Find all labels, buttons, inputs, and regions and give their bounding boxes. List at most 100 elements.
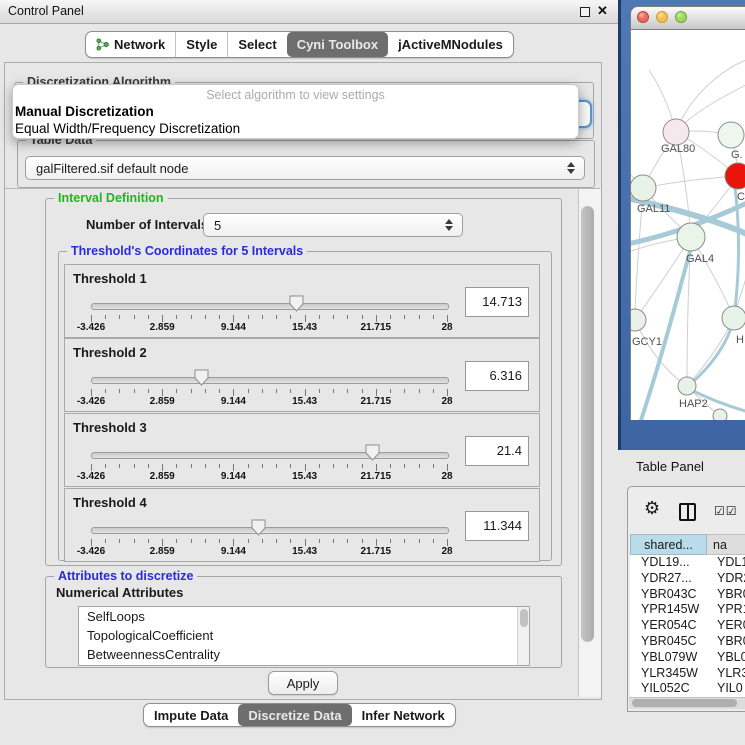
slider-thumb[interactable] (365, 444, 380, 461)
column-header-shared-[interactable]: shared... (630, 534, 707, 555)
checkbox-icons[interactable]: ☑☑ (714, 504, 738, 518)
network-node[interactable] (631, 175, 656, 201)
slider-track[interactable] (91, 377, 449, 384)
tick-mark (91, 315, 92, 322)
tick-label: -3.426 (77, 546, 105, 557)
threshold-value-input[interactable]: 11.344 (465, 511, 529, 541)
slider-thumb[interactable] (194, 369, 209, 386)
list-item-topologicalcoefficient[interactable]: TopologicalCoefficient (79, 626, 529, 645)
close-icon[interactable]: ✕ (597, 3, 608, 19)
network-node[interactable] (718, 122, 744, 148)
network-node[interactable] (725, 163, 745, 189)
main-scrollbar-thumb[interactable] (581, 206, 594, 642)
column-header-na[interactable]: na (707, 534, 745, 555)
table-cell[interactable]: YDL1 (717, 555, 745, 569)
tick-mark (347, 315, 348, 319)
table-data-combobox[interactable]: galFiltered.sif default node (25, 156, 585, 180)
tab-style[interactable]: Style (175, 32, 227, 57)
threshold-label: Threshold 3 (73, 420, 147, 435)
list-item-betweennesscentrality[interactable]: BetweennessCentrality (79, 645, 529, 664)
apply-button[interactable]: Apply (268, 671, 338, 695)
table-cell[interactable]: YBR0 (717, 587, 745, 601)
threshold-value-input[interactable]: 6.316 (465, 361, 529, 391)
number-of-intervals-combobox[interactable]: 5 (203, 213, 463, 237)
table-cell[interactable]: YLR3 (717, 666, 745, 680)
list-scrollbar-track[interactable] (517, 607, 529, 665)
network-node[interactable] (713, 409, 727, 420)
algorithm-dropdown-popup: Select algorithm to view settings Manual… (12, 84, 579, 139)
table-cell[interactable]: YDR27... (641, 571, 692, 585)
table-cell[interactable]: YDR2 (717, 571, 745, 585)
dropdown-option-equal-width-frequency[interactable]: Equal Width/Frequency Discretization (15, 121, 240, 136)
table-cell[interactable]: YBR045C (641, 634, 697, 648)
split-column-icon[interactable] (679, 503, 696, 521)
table-cell[interactable]: YBL079W (641, 650, 697, 664)
tick-mark (433, 315, 434, 319)
network-node[interactable] (722, 306, 745, 330)
table-cell[interactable]: YER0 (717, 618, 745, 632)
table-cell[interactable]: YPR145W (641, 602, 699, 616)
tick-mark (447, 539, 448, 546)
table-cell[interactable]: YIL052C (641, 681, 690, 695)
close-button[interactable] (637, 11, 649, 23)
network-node[interactable] (663, 119, 689, 145)
tab-cyni-toolbox[interactable]: Cyni Toolbox (287, 32, 388, 57)
zoom-button[interactable] (675, 11, 687, 23)
threshold-value-input[interactable]: 14.713 (465, 287, 529, 317)
tick-label: 2.859 (150, 546, 175, 557)
gear-icon[interactable]: ⚙ (644, 499, 660, 517)
threshold-value-input[interactable]: 21.4 (465, 436, 529, 466)
tab-jactivemnodules[interactable]: jActiveMNodules (388, 32, 513, 57)
table-cell[interactable]: YIL0 (717, 681, 743, 695)
table-row: YDR27... YDR2 (630, 571, 745, 587)
float-window-icon[interactable] (580, 7, 590, 17)
table-cell[interactable]: YBL0 (717, 650, 745, 664)
tick-mark (276, 315, 277, 319)
tick-mark (134, 315, 135, 319)
tick-mark (419, 389, 420, 393)
tab-infer-network[interactable]: Infer Network (352, 704, 455, 726)
slider-thumb[interactable] (289, 295, 304, 312)
network-node[interactable] (631, 309, 646, 331)
tick-mark (404, 464, 405, 468)
tick-label: 2.859 (150, 471, 175, 482)
node-label: GAL80 (661, 143, 695, 155)
tab-discretize-data[interactable]: Discretize Data (238, 704, 351, 726)
tick-mark (433, 464, 434, 468)
table-row: YIL052C YIL0 (630, 681, 745, 697)
tick-label: 15.43 (292, 471, 317, 482)
slider-track[interactable] (91, 452, 449, 459)
table-cell[interactable]: YLR345W (641, 666, 698, 680)
tick-mark (433, 539, 434, 543)
tick-mark (134, 539, 135, 543)
table-hscrollbar-thumb[interactable] (632, 699, 737, 707)
list-item-selfloops[interactable]: SelfLoops (79, 607, 529, 626)
tab-network[interactable]: Network (86, 32, 175, 57)
network-node[interactable] (677, 223, 705, 251)
threshold-panel-3: Threshold 3-3.4262.8599.14415.4321.71528… (64, 413, 540, 487)
tick-mark (119, 389, 120, 393)
table-cell[interactable]: YDL19... (641, 555, 690, 569)
slider-thumb[interactable] (251, 519, 266, 536)
slider-track[interactable] (91, 527, 449, 534)
tab-impute-data[interactable]: Impute Data (144, 704, 238, 726)
network-canvas[interactable]: GAL80G.CGAL11GAL4GCY1HHAP2 (630, 30, 745, 420)
list-scrollbar-thumb[interactable] (520, 609, 528, 627)
minimize-button[interactable] (656, 11, 668, 23)
table-cell[interactable]: YPR1 (717, 602, 745, 616)
tick-mark (305, 315, 306, 322)
interval-definition-label: Interval Definition (54, 191, 168, 205)
dropdown-option-manual-discretization[interactable]: Manual Discretization (15, 104, 154, 119)
slider-track[interactable] (91, 303, 449, 310)
table-cell[interactable]: YER054C (641, 618, 697, 632)
table-cell[interactable]: YBR0 (717, 634, 745, 648)
tab-select[interactable]: Select (227, 32, 286, 57)
table-header-row: shared...na (630, 534, 745, 555)
tab-network-label: Network (114, 37, 165, 52)
tick-mark (248, 315, 249, 319)
table-cell[interactable]: YBR043C (641, 587, 697, 601)
network-node[interactable] (678, 377, 696, 395)
tick-mark (362, 389, 363, 393)
table-body: YDL19... YDL1 YDR27... YDR2 YBR043C YBR0 YPR14… (630, 555, 745, 697)
tick-mark (162, 539, 163, 546)
